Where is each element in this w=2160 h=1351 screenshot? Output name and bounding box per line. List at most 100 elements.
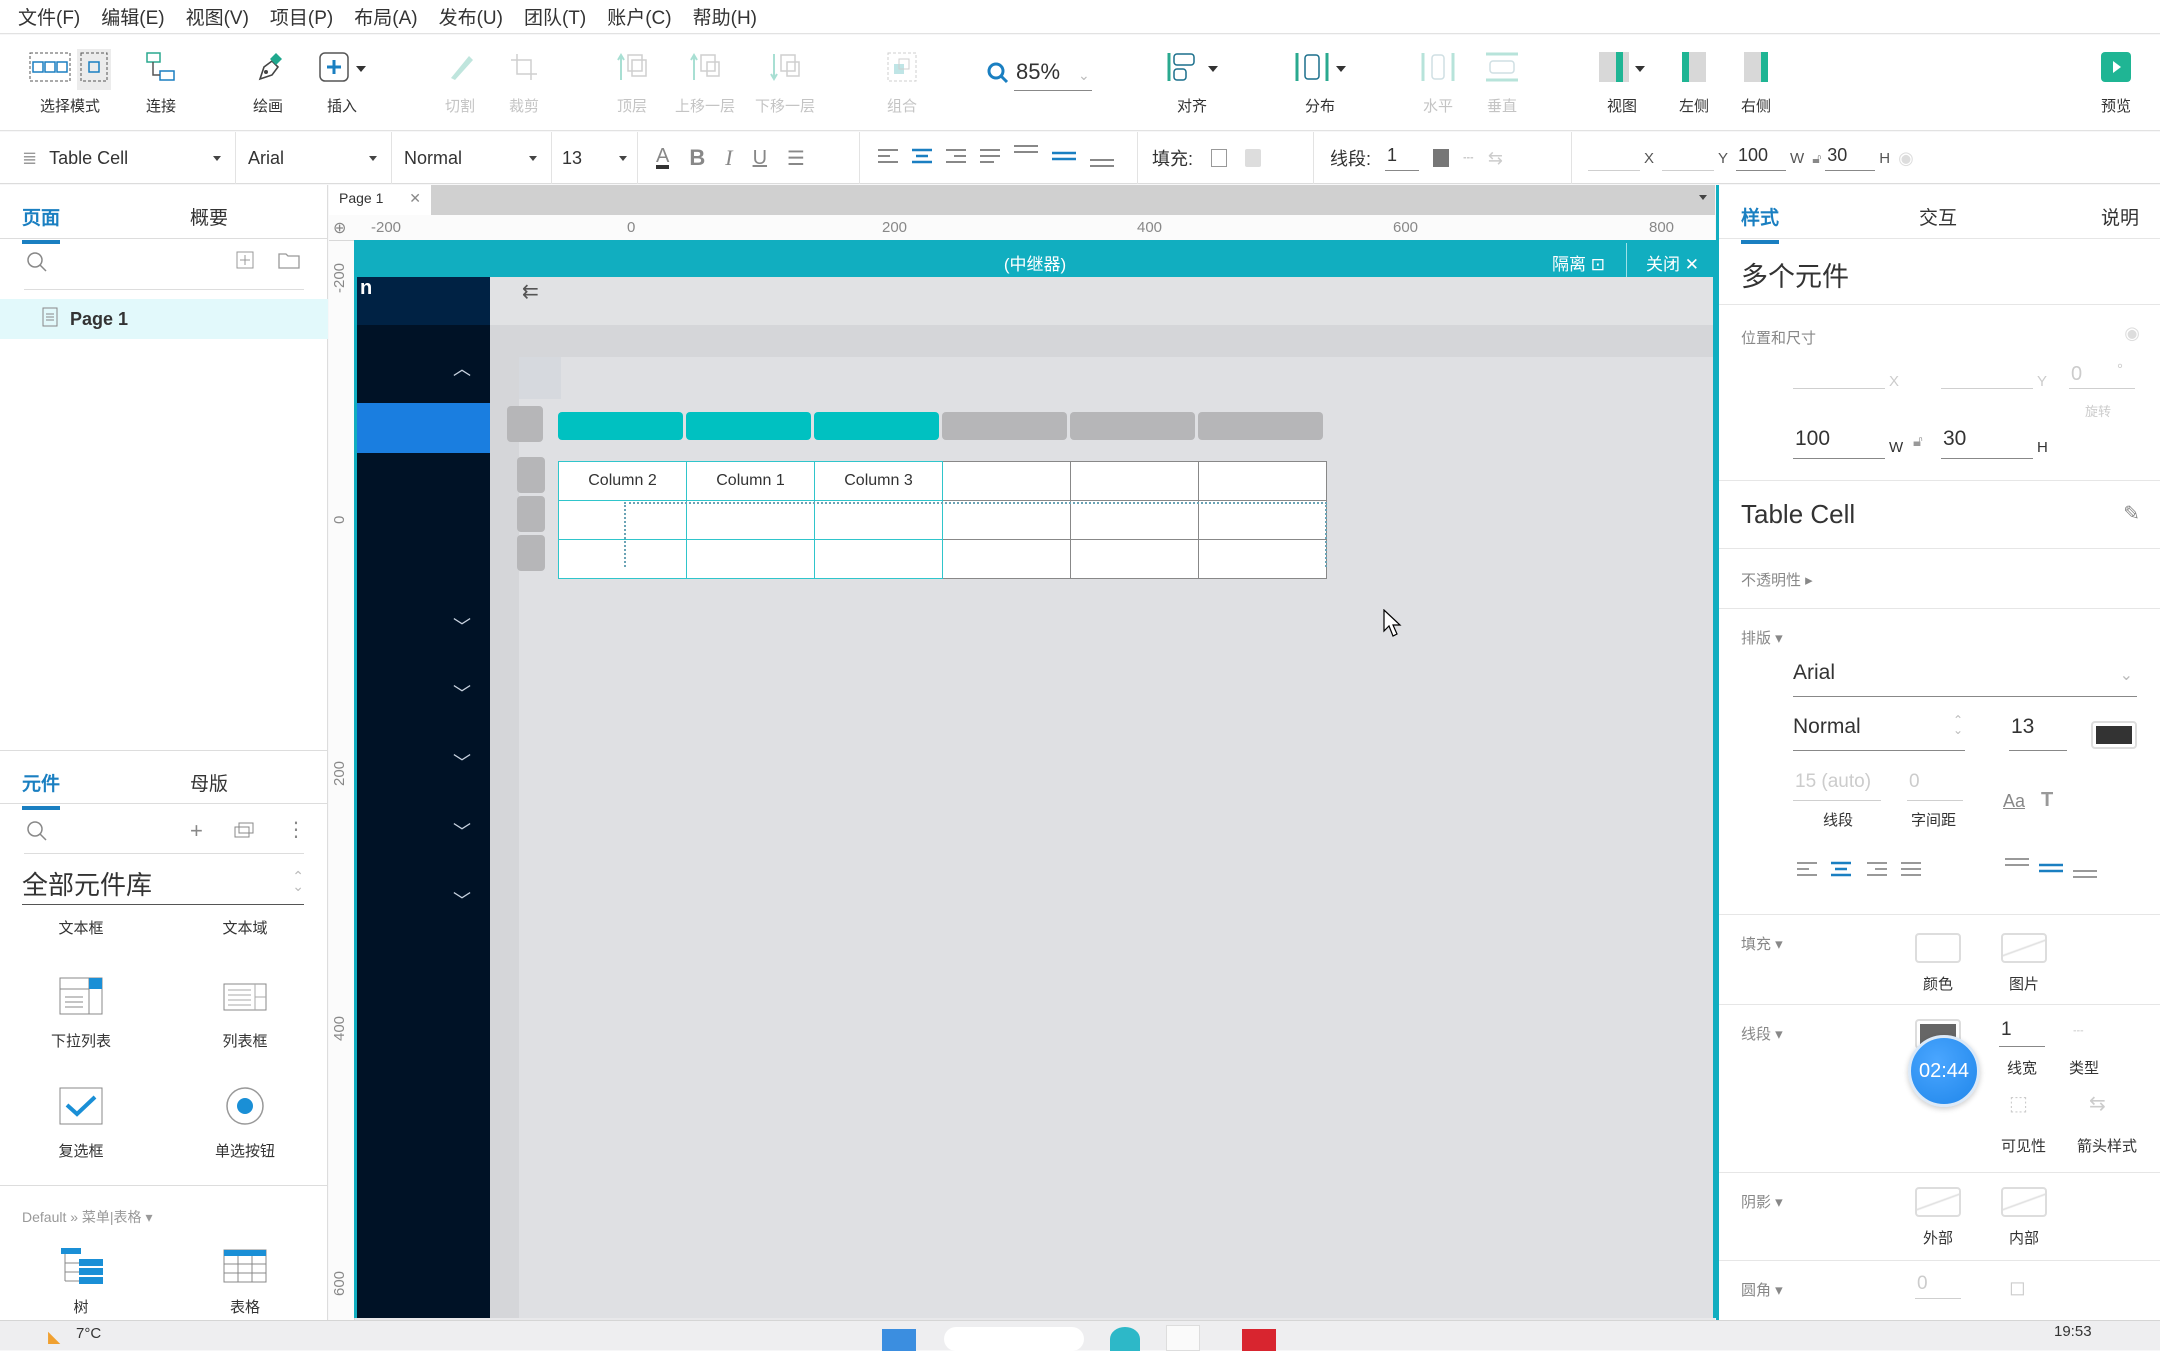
- table-header-cell[interactable]: Column 1: [686, 461, 815, 501]
- font-color-icon[interactable]: A: [656, 146, 670, 169]
- zoom-control[interactable]: 85% ⌄: [986, 59, 1092, 91]
- table-header-cell[interactable]: [942, 461, 1071, 501]
- crosshair-icon[interactable]: ⊕: [333, 218, 346, 238]
- y-input[interactable]: [1941, 363, 2033, 389]
- library-group-label[interactable]: Default » 菜单|表格 ▾: [22, 1207, 152, 1227]
- text-shadow-icon[interactable]: T: [2041, 789, 2053, 812]
- column-header-bar[interactable]: [558, 412, 683, 440]
- width-input[interactable]: 100: [1793, 427, 1885, 459]
- menu-file[interactable]: 文件(F): [18, 3, 80, 30]
- insert-button[interactable]: 插入: [302, 49, 382, 116]
- page-tab[interactable]: Page 1 ✕: [329, 185, 431, 215]
- menu-view[interactable]: 视图(V): [186, 3, 249, 30]
- recording-timer-badge[interactable]: 02:44: [1908, 1035, 1980, 1107]
- valign-middle-icon[interactable]: [1052, 144, 1078, 173]
- align-left-text-icon[interactable]: [1797, 861, 1819, 882]
- fill-color-swatch[interactable]: [1211, 149, 1228, 167]
- view-button[interactable]: 视图: [1582, 49, 1662, 116]
- arrow-style-icon[interactable]: ⇆: [2089, 1091, 2106, 1116]
- column-header-bar[interactable]: [1198, 412, 1323, 440]
- chevron-down-icon[interactable]: ﹀: [453, 613, 471, 639]
- chevron-down-icon[interactable]: ﹀: [453, 887, 471, 913]
- page-item[interactable]: Page 1: [0, 299, 328, 339]
- font-weight-select[interactable]: Normal: [392, 132, 552, 184]
- border-visibility-icon[interactable]: ⬚: [2009, 1091, 2028, 1116]
- text-case-icon[interactable]: Aa: [2003, 791, 2025, 812]
- table-header-cell[interactable]: [1070, 461, 1199, 501]
- border-width-input[interactable]: 1: [1999, 1019, 2045, 1047]
- visibility-eye-icon[interactable]: ◉: [1898, 148, 1914, 169]
- menu-team[interactable]: 团队(T): [524, 3, 586, 30]
- bullet-list-icon[interactable]: ☰: [787, 146, 805, 171]
- align-right-text-icon[interactable]: [1867, 861, 1889, 882]
- library-stack-icon[interactable]: [234, 821, 256, 844]
- table-cell[interactable]: [1070, 500, 1199, 540]
- library-select[interactable]: 全部元件库 ⌃ ⌄: [22, 865, 304, 905]
- move-up-button[interactable]: 上移一层: [665, 49, 745, 116]
- add-library-icon[interactable]: +: [190, 818, 203, 844]
- widget-textarea[interactable]: 文本域: [200, 917, 290, 938]
- height-input[interactable]: 30: [1825, 145, 1876, 171]
- tab-pages[interactable]: 页面: [22, 203, 61, 244]
- row-handle[interactable]: [507, 406, 543, 442]
- menu-collapse-icon[interactable]: ⇇: [522, 279, 539, 304]
- table-cell[interactable]: [942, 500, 1071, 540]
- border-toggle[interactable]: 线段 ▾: [1741, 1023, 1783, 1044]
- chevron-down-icon[interactable]: ﹀: [453, 818, 471, 844]
- radius-input[interactable]: 0: [1915, 1273, 1961, 1299]
- move-down-button[interactable]: 下移一层: [745, 49, 825, 116]
- table-cell[interactable]: [686, 500, 815, 540]
- widget-textbox[interactable]: 文本框: [36, 917, 126, 938]
- widget-tree[interactable]: 树: [36, 1247, 126, 1317]
- widget-table[interactable]: 表格: [200, 1249, 290, 1317]
- page-search-icon[interactable]: [26, 251, 48, 278]
- line-spacing-input[interactable]: 15 (auto): [1793, 771, 1881, 801]
- italic-icon[interactable]: I: [725, 145, 732, 171]
- tab-widgets[interactable]: 元件: [22, 769, 61, 810]
- row-handle[interactable]: [517, 496, 545, 532]
- style-select[interactable]: ≣ Table Cell: [0, 132, 236, 184]
- align-center-text-icon[interactable]: [912, 148, 934, 169]
- justify-text-icon[interactable]: [1901, 861, 1923, 882]
- draw-button[interactable]: 绘画: [228, 49, 308, 116]
- table-header-cell[interactable]: Column 3: [814, 461, 943, 501]
- valign-bottom-icon[interactable]: [2073, 857, 2099, 886]
- isolate-button[interactable]: 隔离 ⊡: [1552, 250, 1605, 275]
- table-cell[interactable]: [1198, 539, 1327, 579]
- valign-middle-icon[interactable]: [2039, 857, 2065, 886]
- add-page-icon[interactable]: [236, 251, 254, 274]
- add-folder-icon[interactable]: [278, 251, 300, 274]
- select-mode-button[interactable]: 选择模式: [29, 48, 111, 116]
- fill-image-swatch[interactable]: [2001, 933, 2047, 963]
- menu-project[interactable]: 项目(P): [270, 3, 333, 30]
- menu-account[interactable]: 账户(C): [607, 3, 671, 30]
- table-cell[interactable]: [942, 539, 1071, 579]
- sidebar-active-item[interactable]: [357, 403, 490, 453]
- group-button[interactable]: 组合: [862, 49, 942, 116]
- align-right-text-icon[interactable]: [946, 148, 968, 169]
- menu-help[interactable]: 帮助(H): [693, 3, 757, 30]
- fill-toggle[interactable]: 填充 ▾: [1741, 933, 1783, 954]
- table-header-cell[interactable]: [1198, 461, 1327, 501]
- chevron-down-icon[interactable]: ﹀: [453, 749, 471, 775]
- table-cell[interactable]: [814, 500, 943, 540]
- justify-text-icon[interactable]: [980, 148, 1002, 169]
- opacity-section[interactable]: 不透明性 ▸: [1719, 549, 2160, 609]
- close-tab-icon[interactable]: ✕: [409, 190, 421, 207]
- arrow-style-icon[interactable]: ⇆: [1488, 148, 1503, 169]
- shadow-toggle[interactable]: 阴影 ▾: [1741, 1191, 1783, 1212]
- tab-style[interactable]: 样式: [1741, 203, 1780, 244]
- outer-shadow-swatch[interactable]: [1915, 1187, 1961, 1217]
- menu-edit[interactable]: 编辑(E): [101, 3, 164, 30]
- bring-to-front-button[interactable]: 顶层: [592, 49, 672, 116]
- corner-visibility-icon[interactable]: ◻: [2009, 1275, 2026, 1300]
- lock-aspect-icon[interactable]: 🔓︎: [1913, 433, 1923, 450]
- widget-listbox[interactable]: 列表框: [200, 983, 290, 1051]
- font-family-select[interactable]: Arial ⌄: [1793, 661, 2137, 697]
- font-size-select[interactable]: 13: [552, 132, 638, 184]
- widget-checkbox[interactable]: 复选框: [36, 1087, 126, 1161]
- distribute-button[interactable]: 分布: [1280, 49, 1360, 116]
- table-cell[interactable]: [686, 539, 815, 579]
- close-repeater-button[interactable]: 关闭 ✕: [1646, 250, 1699, 275]
- tab-outline[interactable]: 概要: [190, 203, 228, 230]
